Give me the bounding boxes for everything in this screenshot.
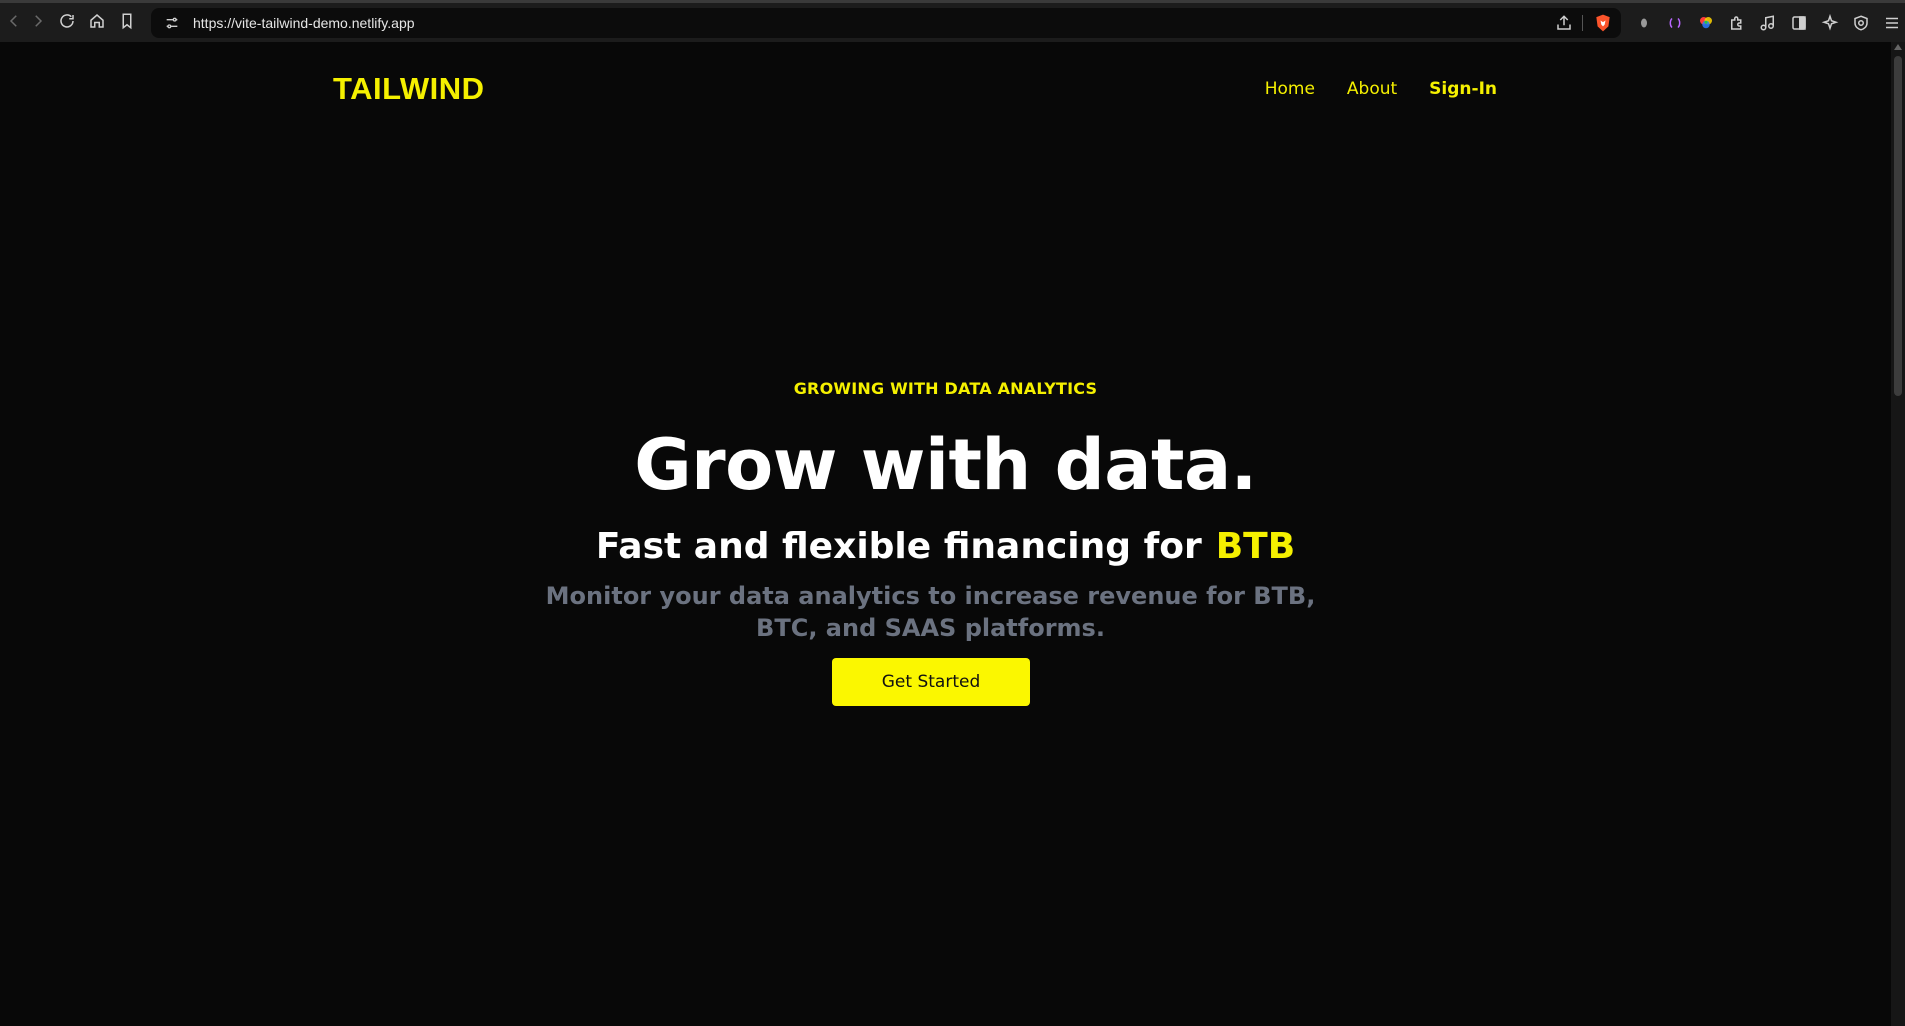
reload-button[interactable] — [53, 7, 81, 35]
site-logo[interactable]: TAILWIND — [333, 71, 485, 107]
scrollbar-thumb[interactable] — [1894, 56, 1902, 396]
hero-description: Monitor your data analytics to increase … — [545, 582, 1316, 642]
share-button[interactable] — [1555, 14, 1573, 36]
url-text[interactable]: https://vite-tailwind-demo.netlify.app — [193, 15, 415, 31]
extension-2-button[interactable] — [1664, 12, 1686, 34]
vpn-button[interactable] — [1850, 12, 1872, 34]
subhead-prefix: Fast and flexible financing for — [595, 526, 1202, 567]
tune-icon — [166, 17, 178, 29]
scroll-up-arrow[interactable] — [1894, 44, 1902, 50]
bookmark-button[interactable] — [113, 7, 141, 35]
leo-ai-icon — [1821, 14, 1839, 31]
browser-toolbar: https://vite-tailwind-demo.netlify.app — [0, 0, 1905, 42]
nav-home-link[interactable]: Home — [1265, 79, 1315, 99]
address-bar[interactable]: https://vite-tailwind-demo.netlify.app — [151, 8, 1621, 38]
main-nav: Home About Sign-In — [1265, 79, 1497, 99]
vpn-shield-icon — [1854, 15, 1868, 31]
nav-about-link[interactable]: About — [1347, 79, 1397, 99]
page-scrollbar[interactable] — [1891, 42, 1905, 1026]
share-icon — [1557, 15, 1571, 30]
nav-signin-link[interactable]: Sign-In — [1429, 79, 1497, 99]
extension-1-icon — [1641, 18, 1647, 28]
hero-eyebrow: GROWING WITH DATA ANALYTICS — [793, 379, 1098, 398]
brave-shields-button[interactable] — [1593, 13, 1613, 33]
typed-accent-text: BTB — [1215, 526, 1296, 567]
sidebar-icon — [1792, 16, 1806, 30]
home-icon — [90, 14, 104, 28]
sidebar-button[interactable] — [1788, 12, 1810, 34]
hero-subheadline: Fast and flexible financing for BTB — [0, 526, 1891, 567]
brave-shield-icon — [1596, 14, 1610, 32]
divider — [1582, 15, 1583, 31]
home-button[interactable] — [83, 7, 111, 35]
page-viewport: TAILWIND Home About Sign-In GROWING WITH… — [0, 42, 1891, 1026]
main-menu-button[interactable] — [1881, 12, 1903, 34]
color-picker-icon — [1700, 17, 1712, 29]
menu-icon — [1886, 17, 1898, 29]
color-picker-button[interactable] — [1695, 12, 1717, 34]
forward-button[interactable] — [24, 7, 52, 35]
get-started-button[interactable]: Get Started — [832, 658, 1030, 706]
puzzle-icon — [1731, 16, 1742, 30]
leo-ai-button[interactable] — [1819, 12, 1841, 34]
site-navbar: TAILWIND Home About Sign-In — [0, 42, 1891, 136]
bookmark-icon — [122, 13, 132, 30]
extensions-button[interactable] — [1726, 12, 1748, 34]
site-settings-button[interactable] — [157, 15, 187, 31]
music-icon — [1760, 15, 1774, 31]
media-button[interactable] — [1757, 12, 1779, 34]
extension-1-button[interactable] — [1633, 12, 1655, 34]
chevron-left-icon — [9, 15, 17, 27]
extension-2-icon — [1669, 17, 1681, 29]
extensions-area — [1633, 9, 1903, 37]
hero-headline: Grow with data. — [634, 424, 1257, 506]
reload-icon — [60, 14, 74, 28]
chevron-right-icon — [35, 15, 43, 27]
